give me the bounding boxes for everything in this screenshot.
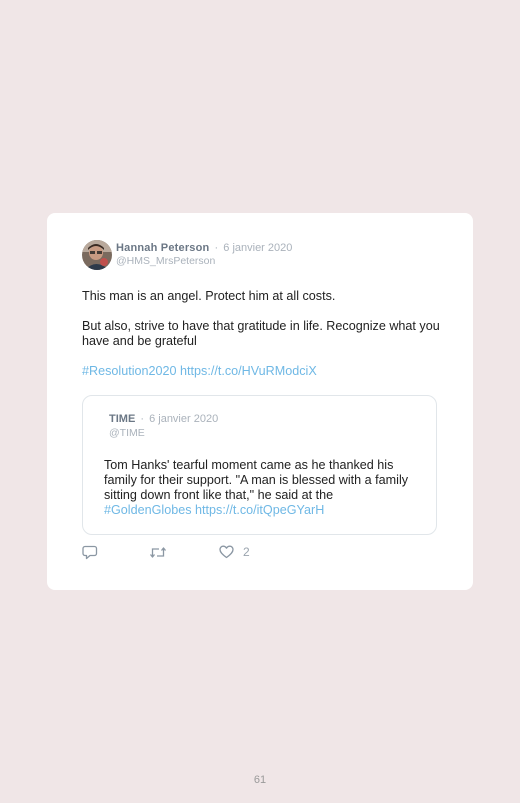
separator-dot: · [214, 242, 219, 254]
quoted-hashtag-link[interactable]: #GoldenGlobes [104, 503, 192, 517]
tweet-card: Hannah Peterson · 6 janvier 2020 @HMS_Mr… [47, 213, 473, 590]
quoted-text-block: Tom Hanks' tearful moment came as he tha… [104, 458, 424, 518]
author-line: Hannah Peterson · 6 janvier 2020 [116, 242, 292, 254]
like-button[interactable]: 2 [219, 544, 250, 560]
page-number: 61 [253, 774, 267, 786]
quoted-date[interactable]: 6 janvier 2020 [149, 413, 218, 425]
tweet-text-line-2: But also, strive to have that gratitude … [82, 319, 440, 348]
avatar[interactable] [82, 240, 112, 270]
reply-button[interactable] [82, 544, 98, 560]
tweet-text-line-1: This man is an angel. Protect him at all… [82, 289, 336, 303]
quoted-tweet[interactable]: TIME · 6 janvier 2020 @TIME Tom Hanks' t… [82, 395, 437, 535]
tweet-date[interactable]: 6 janvier 2020 [223, 242, 292, 254]
author-handle[interactable]: @HMS_MrsPeterson [116, 255, 215, 267]
quoted-handle[interactable]: @TIME [109, 427, 145, 439]
quoted-url-link[interactable]: https://t.co/itQpeGYarH [195, 503, 324, 517]
author-name[interactable]: Hannah Peterson [116, 242, 209, 254]
like-count: 2 [243, 545, 250, 559]
quoted-author-line: TIME · 6 janvier 2020 [109, 413, 218, 425]
retweet-button[interactable] [149, 544, 167, 560]
separator-dot: · [140, 413, 145, 425]
hashtag-link[interactable]: #Resolution2020 [82, 364, 177, 378]
quoted-author-name[interactable]: TIME [109, 413, 135, 425]
url-link[interactable]: https://t.co/HVuRModciX [180, 364, 317, 378]
reply-icon [82, 545, 98, 559]
heart-icon [219, 545, 234, 559]
retweet-icon [149, 546, 167, 558]
quoted-text: Tom Hanks' tearful moment came as he tha… [104, 458, 409, 502]
tweet-links: #Resolution2020 https://t.co/HVuRModciX [82, 364, 442, 379]
